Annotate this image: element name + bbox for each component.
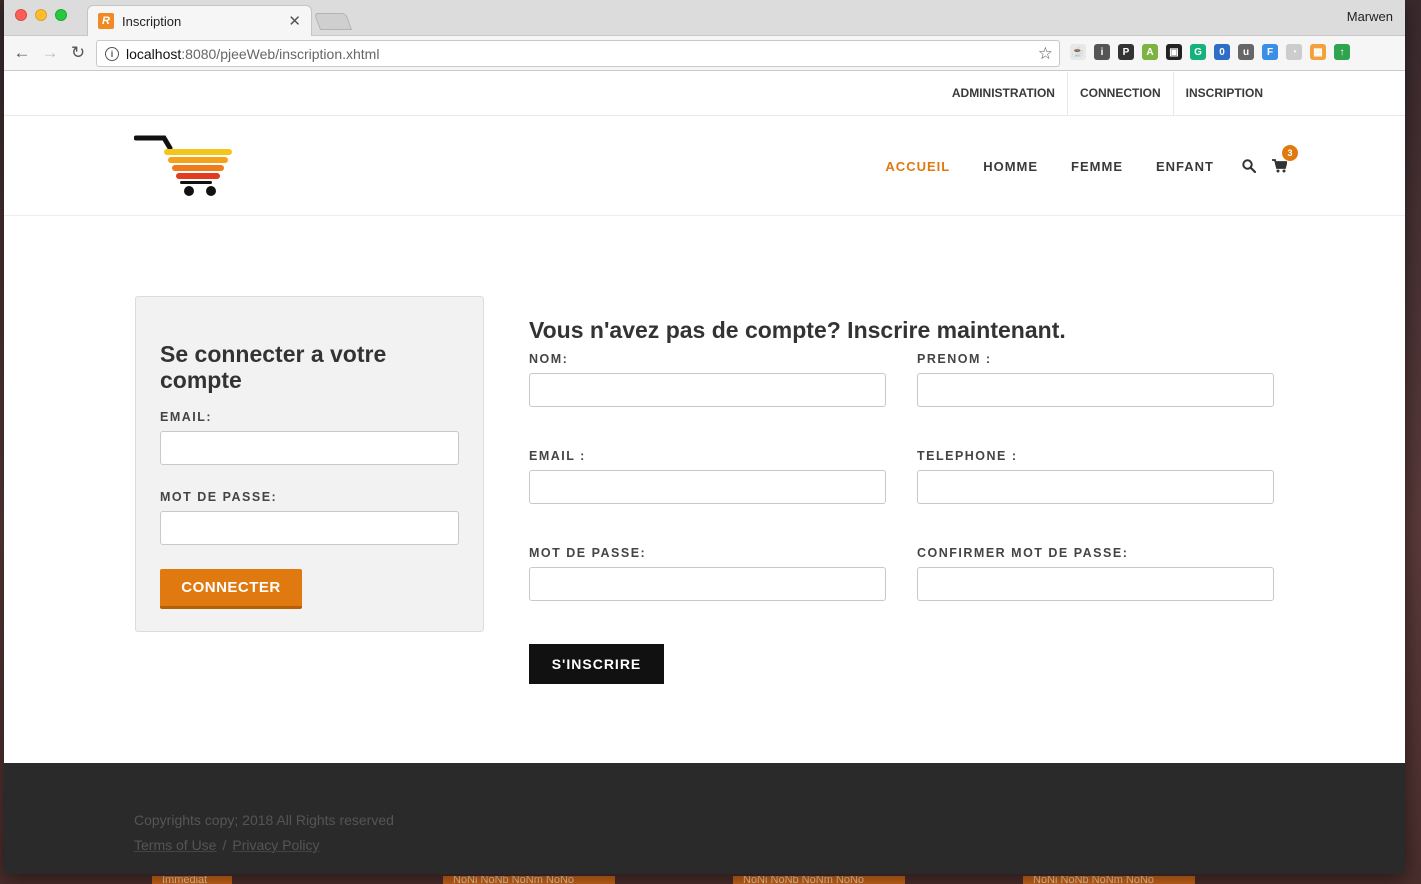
copyright-text: Copyrights copy; 2018 All Rights reserve… bbox=[134, 812, 394, 828]
grammarly-icon[interactable]: G bbox=[1190, 44, 1206, 60]
favicon-icon: R bbox=[98, 13, 114, 29]
trello-icon[interactable]: ▣ bbox=[1166, 44, 1182, 60]
site-footer: Copyrights copy; 2018 All Rights reserve… bbox=[4, 763, 1405, 874]
nav-enfant[interactable]: ENFANT bbox=[1156, 159, 1214, 174]
window-controls bbox=[15, 9, 67, 21]
underlying-tag-2: NoNi NoNb NoNm NoNo bbox=[443, 876, 615, 884]
url-host: localhost bbox=[126, 45, 182, 62]
ghost-icon[interactable]: ◔ bbox=[1286, 44, 1302, 60]
telephone-label: TELEPHONE : bbox=[917, 449, 1018, 463]
badge-icon[interactable]: 0 bbox=[1214, 44, 1230, 60]
register-email-label: EMAIL : bbox=[529, 449, 586, 463]
back-icon[interactable]: ← bbox=[8, 43, 36, 63]
underlying-tag-3: NoNi NoNb NoNm NoNo bbox=[733, 876, 905, 884]
top-links-bar: ADMINISTRATION CONNECTION INSCRIPTION bbox=[4, 72, 1405, 116]
register-panel: Vous n'avez pas de compte? Inscrire main… bbox=[529, 316, 1274, 684]
upload-icon[interactable]: ↑ bbox=[1334, 44, 1350, 60]
connect-button[interactable]: CONNECTER bbox=[160, 569, 302, 609]
ft-icon[interactable]: F bbox=[1262, 44, 1278, 60]
privacy-link[interactable]: Privacy Policy bbox=[232, 837, 319, 853]
underlying-tag-4: NoNi NoNb NoNm NoNo bbox=[1023, 876, 1195, 884]
search-icon[interactable] bbox=[1242, 159, 1256, 173]
bookmark-star-icon[interactable]: ☆ bbox=[1038, 44, 1053, 64]
site-header: ACCUEIL HOMME FEMME ENFANT 3 bbox=[4, 116, 1405, 216]
toolbar: ← → ↻ i localhost:8080/pjeeWeb/inscripti… bbox=[4, 36, 1405, 71]
nav-accueil[interactable]: ACCUEIL bbox=[885, 159, 950, 174]
prenom-input[interactable] bbox=[917, 373, 1274, 407]
link-administration[interactable]: ADMINISTRATION bbox=[940, 72, 1068, 116]
nav-homme[interactable]: HOMME bbox=[983, 159, 1038, 174]
register-password-label: MOT DE PASSE: bbox=[529, 546, 647, 560]
login-password-input[interactable] bbox=[160, 511, 459, 545]
tab-close-icon[interactable]: ✕ bbox=[288, 12, 301, 30]
confirm-password-input[interactable] bbox=[917, 567, 1274, 601]
java-icon[interactable]: ☕ bbox=[1070, 44, 1086, 60]
register-form: NOM: PRENOM : EMAIL : TELEPHONE : MOT DE… bbox=[529, 352, 1274, 643]
register-title: Vous n'avez pas de compte? Inscrire main… bbox=[529, 317, 1066, 343]
login-title: Se connecter a votre compte bbox=[160, 341, 387, 393]
underlying-tag-1: Immediat bbox=[152, 876, 232, 884]
login-panel: Se connecter a votre compte EMAIL: MOT D… bbox=[135, 296, 484, 632]
login-email-input[interactable] bbox=[160, 431, 459, 465]
nom-input[interactable] bbox=[529, 373, 886, 407]
forward-icon[interactable]: → bbox=[36, 43, 64, 63]
reload-icon[interactable]: ↻ bbox=[64, 43, 92, 63]
main-nav: ACCUEIL HOMME FEMME ENFANT 3 bbox=[852, 116, 1298, 216]
tab-bar: R Inscription ✕ Marwen bbox=[4, 0, 1405, 36]
close-window-button[interactable] bbox=[15, 9, 27, 21]
telephone-input[interactable] bbox=[917, 470, 1274, 504]
tab-title: Inscription bbox=[122, 13, 182, 29]
grid-icon[interactable]: ▦ bbox=[1310, 44, 1326, 60]
web-page: ADMINISTRATION CONNECTION INSCRIPTION AC… bbox=[4, 72, 1405, 874]
cart-logo[interactable] bbox=[134, 134, 234, 198]
link-connection[interactable]: CONNECTION bbox=[1068, 72, 1174, 116]
top-links: ADMINISTRATION CONNECTION INSCRIPTION bbox=[940, 72, 1275, 116]
register-password-input[interactable] bbox=[529, 567, 886, 601]
pocket-icon[interactable]: P bbox=[1118, 44, 1134, 60]
register-email-input[interactable] bbox=[529, 470, 886, 504]
ublock-icon[interactable]: u bbox=[1238, 44, 1254, 60]
browser-window: R Inscription ✕ Marwen ← → ↻ i localhost… bbox=[4, 0, 1405, 874]
cart-icon[interactable]: 3 bbox=[1272, 145, 1298, 173]
login-email-label: EMAIL: bbox=[160, 410, 213, 424]
profile-name[interactable]: Marwen bbox=[1347, 9, 1393, 24]
minimize-window-button[interactable] bbox=[35, 9, 47, 21]
confirm-password-label: CONFIRMER MOT DE PASSE: bbox=[917, 546, 1129, 560]
url-input[interactable]: i localhost:8080/pjeeWeb/inscription.xht… bbox=[96, 40, 1060, 67]
onepassword-icon[interactable]: i bbox=[1094, 44, 1110, 60]
terms-link[interactable]: Terms of Use bbox=[134, 837, 216, 853]
url-path: :8080/pjeeWeb/inscription.xhtml bbox=[181, 45, 380, 62]
new-tab-button[interactable] bbox=[313, 13, 353, 30]
zoom-window-button[interactable] bbox=[55, 9, 67, 21]
site-info-icon[interactable]: i bbox=[105, 46, 119, 61]
android-icon[interactable]: A bbox=[1142, 44, 1158, 60]
footer-separator: / bbox=[222, 837, 227, 853]
extensions-bar: ☕ i P A ▣ G 0 u F ◔ ▦ ↑ bbox=[1070, 44, 1350, 60]
register-button[interactable]: S'INSCRIRE bbox=[529, 644, 664, 684]
prenom-label: PRENOM : bbox=[917, 352, 992, 366]
nom-label: NOM: bbox=[529, 352, 569, 366]
cart-count-badge: 3 bbox=[1282, 145, 1298, 161]
login-password-label: MOT DE PASSE: bbox=[160, 490, 278, 504]
browser-tab[interactable]: R Inscription ✕ bbox=[87, 5, 312, 36]
footer-links: Terms of Use / Privacy Policy bbox=[134, 837, 320, 853]
nav-femme[interactable]: FEMME bbox=[1071, 159, 1123, 174]
link-inscription[interactable]: INSCRIPTION bbox=[1174, 72, 1275, 116]
